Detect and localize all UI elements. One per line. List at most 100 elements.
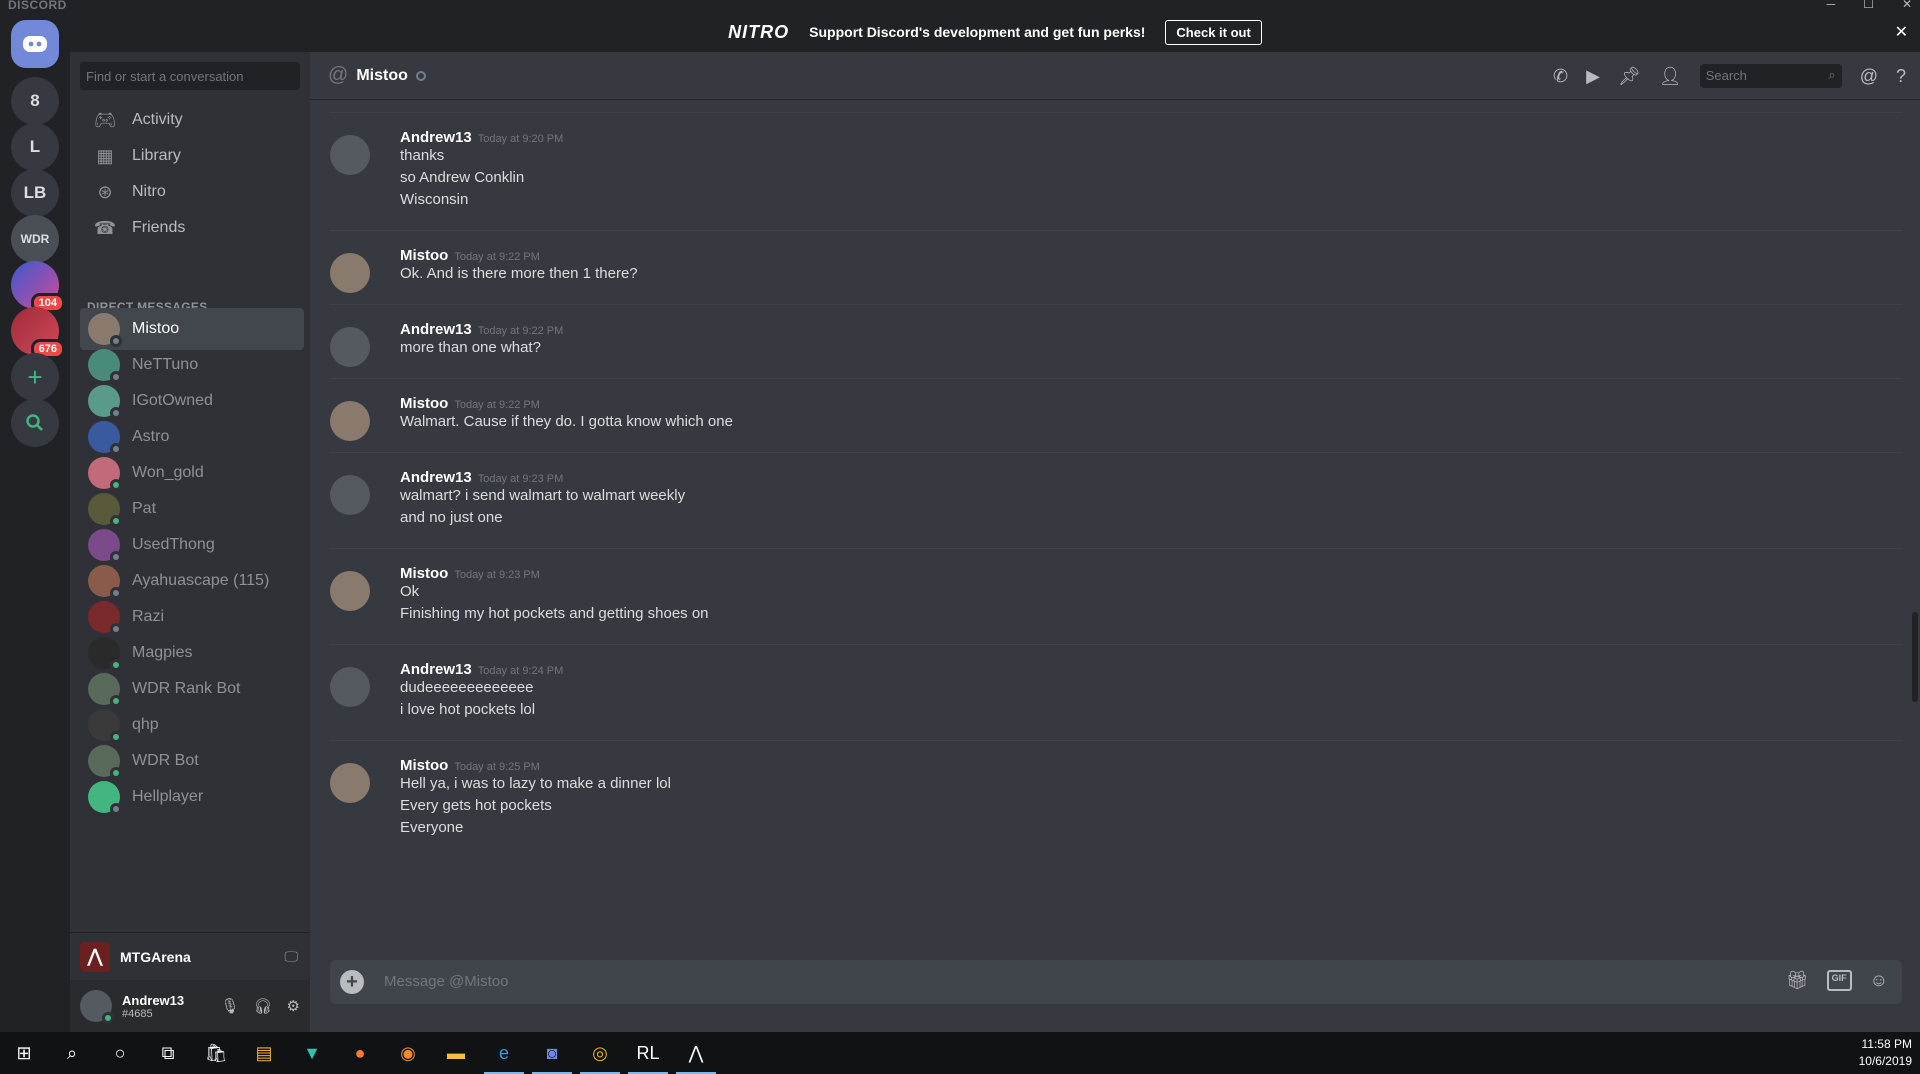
author-name[interactable]: Andrew13 xyxy=(400,129,472,146)
message-text: Everyone xyxy=(400,819,464,836)
add-friend-icon[interactable]: 👤︎ xyxy=(1659,66,1682,87)
emoji-icon[interactable]: ☺ xyxy=(1870,970,1888,991)
dm-name: NeTTuno xyxy=(132,356,199,373)
avatar[interactable] xyxy=(330,571,370,611)
avatar[interactable] xyxy=(80,990,114,1024)
upload-plus-icon[interactable]: + xyxy=(340,970,364,994)
minimize-icon[interactable]: ─ xyxy=(1827,0,1836,11)
server-lb[interactable]: LB xyxy=(11,169,59,217)
search-icon[interactable]: ⌕ xyxy=(48,1032,96,1074)
message-author[interactable]: Andrew13 Today at 9:22 PM xyxy=(400,321,563,338)
avatar[interactable] xyxy=(330,763,370,803)
task-view-icon[interactable]: ⧉ xyxy=(144,1032,192,1074)
nav-label: Library xyxy=(132,147,181,164)
message-text: i love hot pockets lol xyxy=(400,701,536,718)
cortana-icon[interactable]: ○ xyxy=(96,1032,144,1074)
message-timestamp: Today at 9:24 PM xyxy=(477,665,564,677)
server-icon-104[interactable]: 104 xyxy=(11,261,65,313)
message-text: thanks xyxy=(400,147,445,164)
message-text: Finishing my hot pockets and getting sho… xyxy=(400,605,709,622)
check-it-out-button[interactable]: Check it out xyxy=(1165,19,1262,45)
voice-call-icon[interactable]: ✆ xyxy=(1553,66,1568,87)
author-name[interactable]: Andrew13 xyxy=(400,469,472,486)
avatar xyxy=(88,709,122,743)
mtg-arena-icon[interactable]: ⋀ xyxy=(672,1032,720,1074)
message-text: Every gets hot pockets xyxy=(400,797,552,814)
gift-icon[interactable]: 🎁︎ xyxy=(1786,970,1809,991)
origin-icon[interactable]: ◉ xyxy=(384,1032,432,1074)
file-explorer-icon[interactable]: ▬ xyxy=(432,1032,480,1074)
avatar[interactable] xyxy=(330,327,370,367)
explore-servers-button[interactable] xyxy=(11,399,59,447)
message-group: Andrew13 Today at 9:20 PM thanks so Andrew … xyxy=(330,112,1902,230)
windows-start-icon[interactable]: ⊞ xyxy=(0,1032,48,1074)
nav-activity[interactable]: 🎮︎ Activity xyxy=(80,100,304,140)
server-wdr[interactable]: WDR xyxy=(11,215,59,263)
nav-label: Nitro xyxy=(132,183,166,200)
nav-friends[interactable]: ☎ Friends xyxy=(80,208,304,248)
headphones-icon[interactable]: 🎧︎ xyxy=(254,997,273,1015)
edge-icon[interactable]: e xyxy=(480,1032,528,1074)
chat-area: @ Mistoo ✆ ▶ 📌︎ 👤︎ Search ⌕ @ ? Andrew13 T… xyxy=(310,52,1920,1032)
author-name[interactable]: Andrew13 xyxy=(400,661,472,678)
message-text: Ok. And is there more then 1 there? xyxy=(400,265,638,282)
message-text: dudeeeeeeeeeeeee xyxy=(400,679,534,696)
avatar[interactable] xyxy=(330,667,370,707)
add-server-button[interactable]: + xyxy=(11,353,59,401)
message-input[interactable]: + Message @Mistoo 🎁︎ GIF ☺ xyxy=(330,960,1902,1004)
server-icon-676[interactable]: 676 xyxy=(11,307,65,359)
mentions-icon[interactable]: @ xyxy=(1860,66,1878,87)
server-label: LB xyxy=(23,183,47,202)
discord-icon[interactable]: ◙ xyxy=(528,1032,576,1074)
message-placeholder: Message @Mistoo xyxy=(384,973,509,990)
avatar[interactable] xyxy=(330,253,370,293)
nav-library[interactable]: ▦ Library xyxy=(80,136,304,176)
find-conversation-input[interactable]: Find or start a conversation xyxy=(80,62,300,90)
chrome-icon[interactable]: ◎ xyxy=(576,1032,624,1074)
avatar xyxy=(88,313,122,347)
avatar[interactable] xyxy=(330,475,370,515)
pin-icon[interactable]: 📌︎ xyxy=(1618,66,1641,87)
maximize-icon[interactable]: ☐ xyxy=(1863,0,1874,11)
dm-name: Magpies xyxy=(132,644,193,661)
message-author[interactable]: Mistoo Today at 9:23 PM xyxy=(400,565,540,582)
message-timestamp: Today at 9:22 PM xyxy=(477,325,564,337)
store-icon[interactable]: 🛍︎ xyxy=(192,1032,240,1074)
rocket-league-icon[interactable]: RL xyxy=(624,1032,672,1074)
author-name[interactable]: Mistoo xyxy=(400,565,448,582)
home-button[interactable] xyxy=(11,20,59,68)
author-name[interactable]: Mistoo xyxy=(400,247,448,264)
microphone-icon[interactable]: 🎙︎ xyxy=(220,997,239,1015)
server-8[interactable]: 8 xyxy=(11,77,59,125)
scrollbar[interactable] xyxy=(1912,612,1918,702)
server-label: WDR xyxy=(20,232,50,246)
notes-icon[interactable]: ▤ xyxy=(240,1032,288,1074)
close-window-icon[interactable]: ✕ xyxy=(1902,0,1912,11)
avatar xyxy=(88,601,122,635)
message-author[interactable]: Mistoo Today at 9:25 PM xyxy=(400,757,540,774)
author-name[interactable]: Mistoo xyxy=(400,395,448,412)
message-author[interactable]: Andrew13 Today at 9:20 PM xyxy=(400,129,563,146)
message-author[interactable]: Mistoo Today at 9:22 PM xyxy=(400,247,540,264)
nitro-icon: ⊛ xyxy=(97,181,113,202)
avatar[interactable] xyxy=(330,401,370,441)
video-call-icon[interactable]: ▶ xyxy=(1586,66,1600,87)
server-list: 8 L LB WDR 104 676 + xyxy=(0,12,70,1032)
server-l[interactable]: L xyxy=(11,123,59,171)
message-author[interactable]: Andrew13 Today at 9:23 PM xyxy=(400,469,563,486)
dm-item[interactable]: Hellplayer xyxy=(80,776,304,818)
firefox-icon[interactable]: ● xyxy=(336,1032,384,1074)
help-icon[interactable]: ? xyxy=(1896,66,1906,87)
author-name[interactable]: Mistoo xyxy=(400,757,448,774)
search-input[interactable]: Search ⌕ xyxy=(1699,64,1842,88)
message-author[interactable]: Andrew13 Today at 9:24 PM xyxy=(400,661,563,678)
gear-icon[interactable]: ⚙ xyxy=(287,997,300,1015)
avatar[interactable] xyxy=(330,135,370,175)
go-live-icon[interactable]: 🖵︎ xyxy=(285,948,299,965)
message-author[interactable]: Mistoo Today at 9:22 PM xyxy=(400,395,540,412)
app-icon[interactable]: ▼ xyxy=(288,1032,336,1074)
nav-nitro[interactable]: ⊛ Nitro xyxy=(80,172,304,212)
gif-icon[interactable]: GIF xyxy=(1826,970,1852,991)
author-name[interactable]: Andrew13 xyxy=(400,321,472,338)
close-icon[interactable]: ✕ xyxy=(1895,22,1908,42)
